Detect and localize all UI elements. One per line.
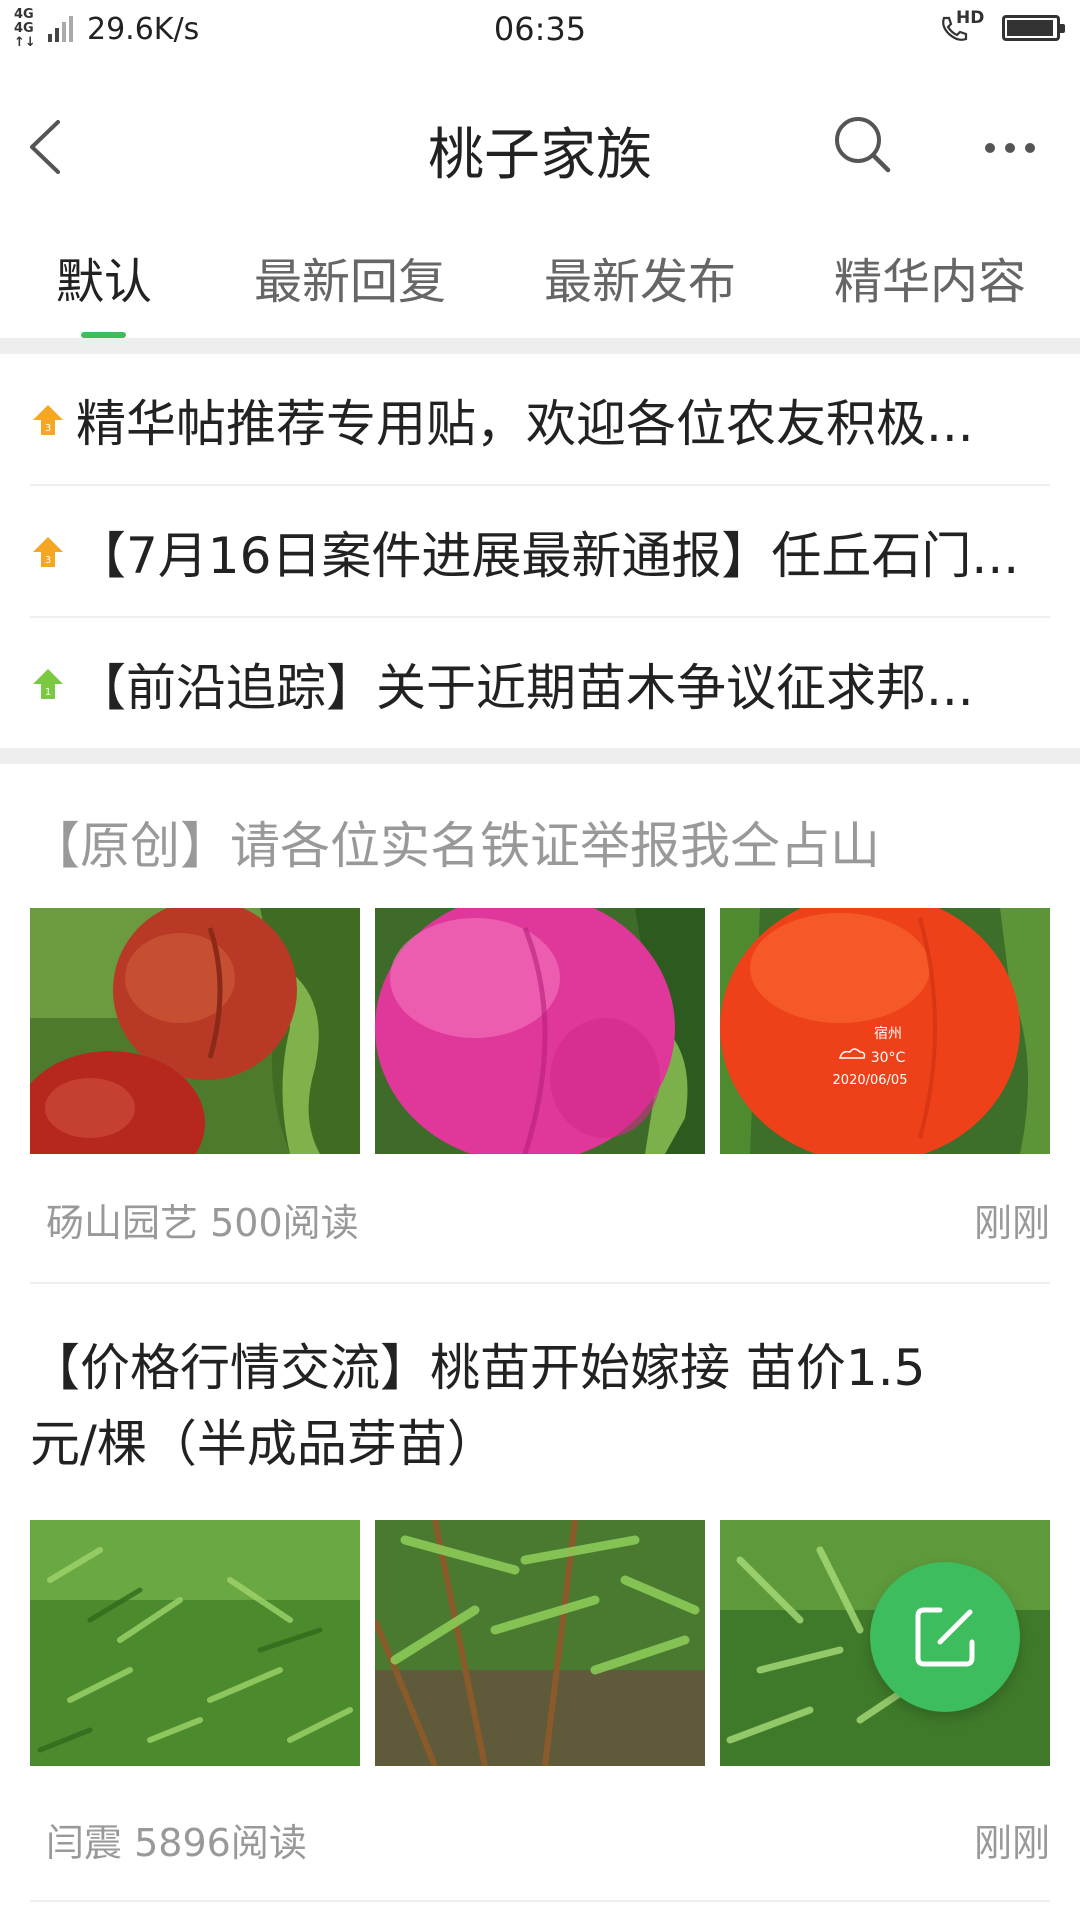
section-divider: [0, 338, 1080, 354]
page-title: 桃子家族: [428, 123, 652, 188]
post-image-peach-pink[interactable]: [375, 908, 705, 1154]
post-time: 刚刚: [973, 1201, 1050, 1245]
post-title[interactable]: 【价格行情交流】桃苗开始嫁接 苗价1.5 元/棵（半成品芽苗）: [30, 1330, 1050, 1482]
post-author[interactable]: 砀山园艺: [46, 1201, 198, 1245]
post-time: 刚刚: [973, 1821, 1050, 1865]
post-meta: 闫震 5896阅读: [46, 1812, 307, 1867]
sticky-post-title: 【前沿追踪】关于近期苗木争议征求邦...: [76, 659, 974, 717]
post-image-nectarine-red[interactable]: [30, 908, 360, 1154]
tab-default[interactable]: 默认: [40, 242, 168, 336]
hd-badge: HD: [956, 8, 985, 28]
sticky-post[interactable]: 3 精华帖推荐专用贴，欢迎各位农友积极...: [30, 354, 1050, 486]
more-dot: [1005, 143, 1015, 153]
post-meta: 砀山园艺 500阅读: [46, 1192, 359, 1247]
tab-latest-publish[interactable]: 最新发布: [540, 242, 740, 336]
photo-watermark-date: 2020/06/05: [833, 1073, 908, 1088]
more-dot: [1025, 143, 1035, 153]
pin-top-icon: 3: [33, 405, 63, 435]
sticky-post-title: 精华帖推荐专用贴，欢迎各位农友积极...: [76, 395, 974, 453]
compose-edit-icon: [915, 1607, 975, 1667]
post-image-nectarine-orange[interactable]: 宿州 30°C 2020/06/05: [720, 908, 1050, 1154]
sticky-post-title: 【7月16日案件进展最新通报】任丘石门...: [76, 527, 1020, 585]
hd-call-icon: HD: [938, 8, 986, 46]
app-header: 桃子家族: [0, 88, 1080, 208]
battery-icon: [1002, 15, 1065, 41]
compose-post-button[interactable]: [870, 1562, 1020, 1712]
tab-featured[interactable]: 精华内容: [830, 242, 1030, 336]
svg-text:3: 3: [45, 555, 51, 566]
post-image-seedlings-field[interactable]: [30, 1520, 360, 1766]
search-button[interactable]: [828, 110, 898, 180]
section-divider: [0, 748, 1080, 764]
post-author[interactable]: 闫震: [46, 1821, 122, 1865]
tab-latest-reply[interactable]: 最新回复: [250, 242, 450, 336]
more-button[interactable]: [975, 118, 1045, 178]
photo-watermark-temp: 30°C: [871, 1050, 906, 1066]
search-icon: [835, 117, 891, 173]
post-title-line: 元/棵（半成品芽苗）: [30, 1415, 497, 1473]
pin-top-icon: 1: [33, 669, 63, 699]
post-title-line: 【价格行情交流】桃苗开始嫁接 苗价1.5: [30, 1339, 926, 1397]
post-title[interactable]: 【原创】请各位实名铁证举报我仝占山: [30, 808, 1050, 884]
sticky-post[interactable]: 1 【前沿追踪】关于近期苗木争议征求邦...: [30, 618, 1050, 750]
post-image-seedlings-stems[interactable]: [375, 1520, 705, 1766]
status-bar: 4G 4G ↑↓ 29.6K/s 06:35 HD: [0, 0, 1080, 60]
post-reads: 500阅读: [210, 1201, 359, 1245]
sort-tabs: 默认 最新回复 最新发布 精华内容: [0, 232, 1080, 336]
sticky-post[interactable]: 3 【7月16日案件进展最新通报】任丘石门...: [30, 486, 1050, 618]
post-reads: 5896阅读: [134, 1821, 307, 1865]
post-image-row[interactable]: 宿州 30°C 2020/06/05: [30, 908, 1050, 1154]
photo-watermark-city: 宿州: [874, 1025, 902, 1042]
pin-top-icon: 3: [33, 537, 63, 567]
divider: [30, 1282, 1050, 1284]
divider: [30, 1900, 1050, 1902]
svg-text:3: 3: [45, 423, 51, 434]
more-dot: [985, 143, 995, 153]
svg-text:1: 1: [45, 687, 51, 698]
status-clock: 06:35: [493, 10, 587, 48]
